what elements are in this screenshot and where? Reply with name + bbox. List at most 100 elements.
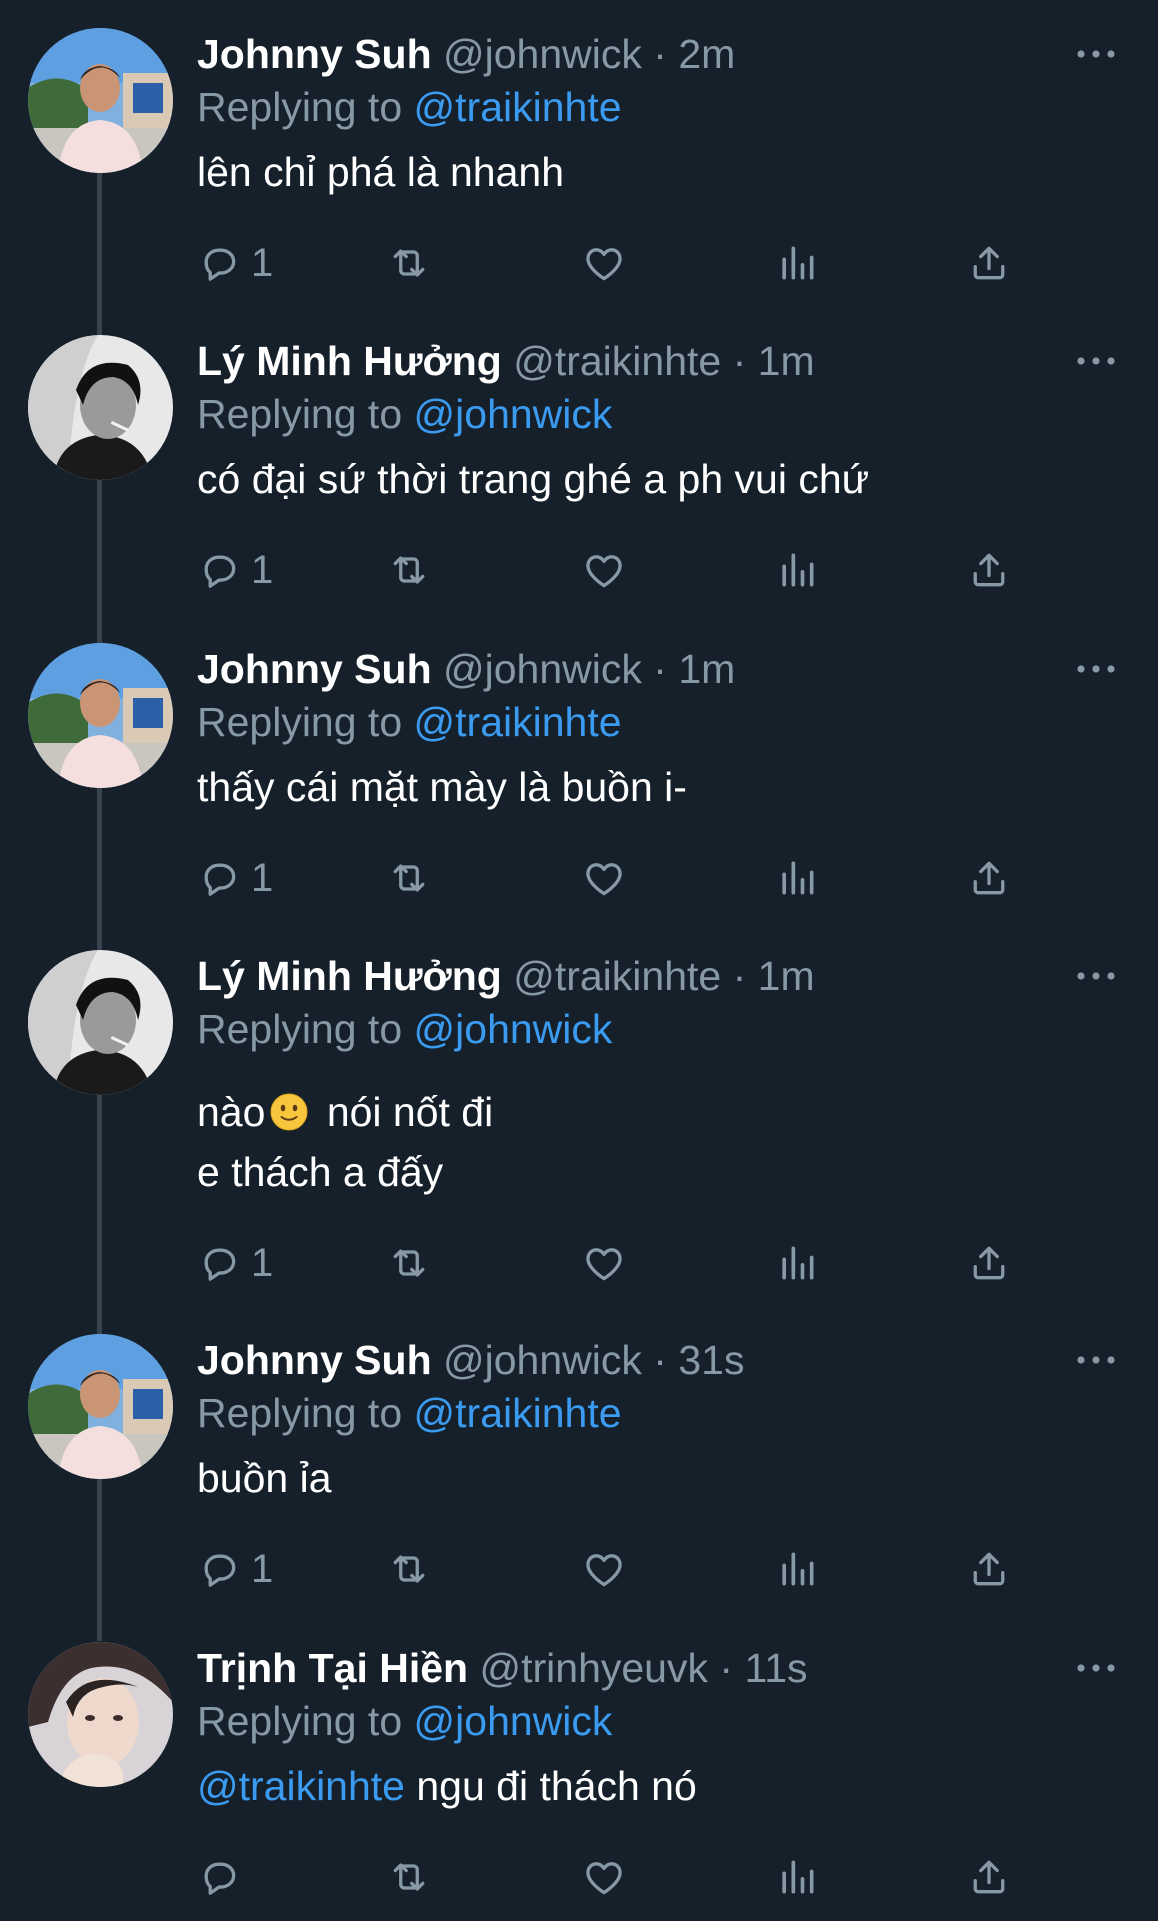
tweet[interactable]: Lý Minh Hưởng @traikinhte · 1m Replying … xyxy=(0,922,1158,1307)
tweet-time[interactable]: 31s xyxy=(678,1337,744,1383)
retweet-button[interactable] xyxy=(387,545,431,595)
tweet-time[interactable]: 1m xyxy=(758,953,815,999)
reply-button[interactable]: 1 xyxy=(197,1544,273,1594)
tweet-content: Johnny Suh @johnwick · 2m Replying to @t… xyxy=(197,28,1118,202)
heart-icon xyxy=(582,1855,626,1899)
replying-prefix: Replying to xyxy=(197,391,403,437)
reply-button[interactable]: 1 xyxy=(197,238,273,288)
reply-button[interactable]: 1 xyxy=(197,853,273,903)
like-button[interactable] xyxy=(582,1544,626,1594)
tweet[interactable]: Lý Minh Hưởng @traikinhte · 1m Replying … xyxy=(0,307,1158,614)
views-icon xyxy=(775,241,819,285)
replying-to: Replying to @traikinhte xyxy=(197,695,1118,749)
views-icon xyxy=(775,1547,819,1591)
share-button[interactable] xyxy=(967,1544,1011,1594)
more-options-icon[interactable] xyxy=(1076,1354,1116,1366)
share-button[interactable] xyxy=(967,1238,1011,1288)
author-name[interactable]: Johnny Suh xyxy=(197,31,432,77)
tweet[interactable]: Johnny Suh @johnwick · 2m Replying to @t… xyxy=(0,0,1158,307)
retweet-button[interactable] xyxy=(387,1238,431,1288)
like-button[interactable] xyxy=(582,1852,626,1902)
like-button[interactable] xyxy=(582,238,626,288)
replying-prefix: Replying to xyxy=(197,1006,403,1052)
retweet-button[interactable] xyxy=(387,1544,431,1594)
author-handle[interactable]: @johnwick xyxy=(443,31,642,77)
tweet[interactable]: Trịnh Tại Hiền @trinhyeuvk · 11s Replyin… xyxy=(0,1614,1158,1921)
tweet-actions: 1 xyxy=(197,1238,1037,1288)
reply-icon xyxy=(197,856,241,900)
tweet-time[interactable]: 1m xyxy=(758,338,815,384)
views-button[interactable] xyxy=(775,853,819,903)
more-options-icon[interactable] xyxy=(1076,355,1116,367)
avatar[interactable] xyxy=(28,1642,173,1787)
reply-count: 1 xyxy=(251,240,274,285)
tweet-time[interactable]: 1m xyxy=(678,646,735,692)
retweet-button[interactable] xyxy=(387,1852,431,1902)
reply-button[interactable]: 1 xyxy=(197,1238,273,1288)
author-handle[interactable]: @johnwick xyxy=(443,1337,642,1383)
views-button[interactable] xyxy=(775,545,819,595)
author-name[interactable]: Lý Minh Hưởng xyxy=(197,953,502,999)
reply-button[interactable] xyxy=(197,1852,241,1902)
replying-to: Replying to @johnwick xyxy=(197,1002,1118,1056)
author-name[interactable]: Trịnh Tại Hiền xyxy=(197,1645,468,1691)
tweet-actions: 1 xyxy=(197,1544,1037,1594)
views-icon xyxy=(775,1241,819,1285)
views-button[interactable] xyxy=(775,1544,819,1594)
more-options-icon[interactable] xyxy=(1076,48,1116,60)
separator-dot: · xyxy=(653,1337,667,1383)
retweet-button[interactable] xyxy=(387,238,431,288)
more-options-icon[interactable] xyxy=(1076,663,1116,675)
more-options-icon[interactable] xyxy=(1076,970,1116,982)
separator-dot: · xyxy=(719,1645,734,1691)
avatar[interactable] xyxy=(28,28,173,173)
replying-prefix: Replying to xyxy=(197,1390,403,1436)
author-handle[interactable]: @johnwick xyxy=(443,646,642,692)
replying-mention-link[interactable]: @johnwick xyxy=(414,1006,613,1052)
share-button[interactable] xyxy=(967,853,1011,903)
share-button[interactable] xyxy=(967,238,1011,288)
replying-mention-link[interactable]: @traikinhte xyxy=(414,84,622,130)
avatar[interactable] xyxy=(28,1334,173,1479)
replying-to: Replying to @johnwick xyxy=(197,1694,1118,1748)
avatar[interactable] xyxy=(28,335,173,480)
replying-mention-link[interactable]: @traikinhte xyxy=(414,1390,622,1436)
text-mention-link[interactable]: @traikinhte xyxy=(197,1763,405,1809)
views-button[interactable] xyxy=(775,238,819,288)
replying-mention-link[interactable]: @johnwick xyxy=(414,391,613,437)
author-handle[interactable]: @trinhyeuvk xyxy=(480,1645,708,1691)
share-button[interactable] xyxy=(967,1852,1011,1902)
more-options-icon[interactable] xyxy=(1076,1662,1116,1674)
tweet-time[interactable]: 2m xyxy=(678,31,735,77)
replying-mention-link[interactable]: @johnwick xyxy=(414,1698,613,1744)
reply-button[interactable]: 1 xyxy=(197,545,273,595)
retweet-button[interactable] xyxy=(387,853,431,903)
tweet-header: Lý Minh Hưởng @traikinhte · 1m xyxy=(197,950,1118,1002)
retweet-icon xyxy=(387,241,431,285)
avatar[interactable] xyxy=(28,950,173,1095)
author-name[interactable]: Johnny Suh xyxy=(197,646,432,692)
retweet-icon xyxy=(387,548,431,592)
tweet[interactable]: Johnny Suh @johnwick · 31s Replying to @… xyxy=(0,1306,1158,1613)
tweet-content: Lý Minh Hưởng @traikinhte · 1m Replying … xyxy=(197,950,1118,1202)
like-button[interactable] xyxy=(582,1238,626,1288)
author-name[interactable]: Johnny Suh xyxy=(197,1337,432,1383)
tweet-header: Trịnh Tại Hiền @trinhyeuvk · 11s xyxy=(197,1642,1118,1694)
tweet-text: lên chỉ phá là nhanh xyxy=(197,142,1118,202)
retweet-icon xyxy=(387,1547,431,1591)
like-button[interactable] xyxy=(582,545,626,595)
views-button[interactable] xyxy=(775,1852,819,1902)
replying-prefix: Replying to xyxy=(197,84,403,130)
avatar[interactable] xyxy=(28,643,173,788)
replying-mention-link[interactable]: @traikinhte xyxy=(414,699,622,745)
tweet-time[interactable]: 11s xyxy=(744,1645,807,1691)
author-name[interactable]: Lý Minh Hưởng xyxy=(197,338,502,384)
separator-dot: · xyxy=(653,646,667,692)
views-button[interactable] xyxy=(775,1238,819,1288)
author-handle[interactable]: @traikinhte xyxy=(513,953,721,999)
author-handle[interactable]: @traikinhte xyxy=(513,338,721,384)
share-button[interactable] xyxy=(967,545,1011,595)
tweet-text-line: buồn ỉa xyxy=(197,1455,332,1501)
like-button[interactable] xyxy=(582,853,626,903)
tweet[interactable]: Johnny Suh @johnwick · 1m Replying to @t… xyxy=(0,615,1158,922)
